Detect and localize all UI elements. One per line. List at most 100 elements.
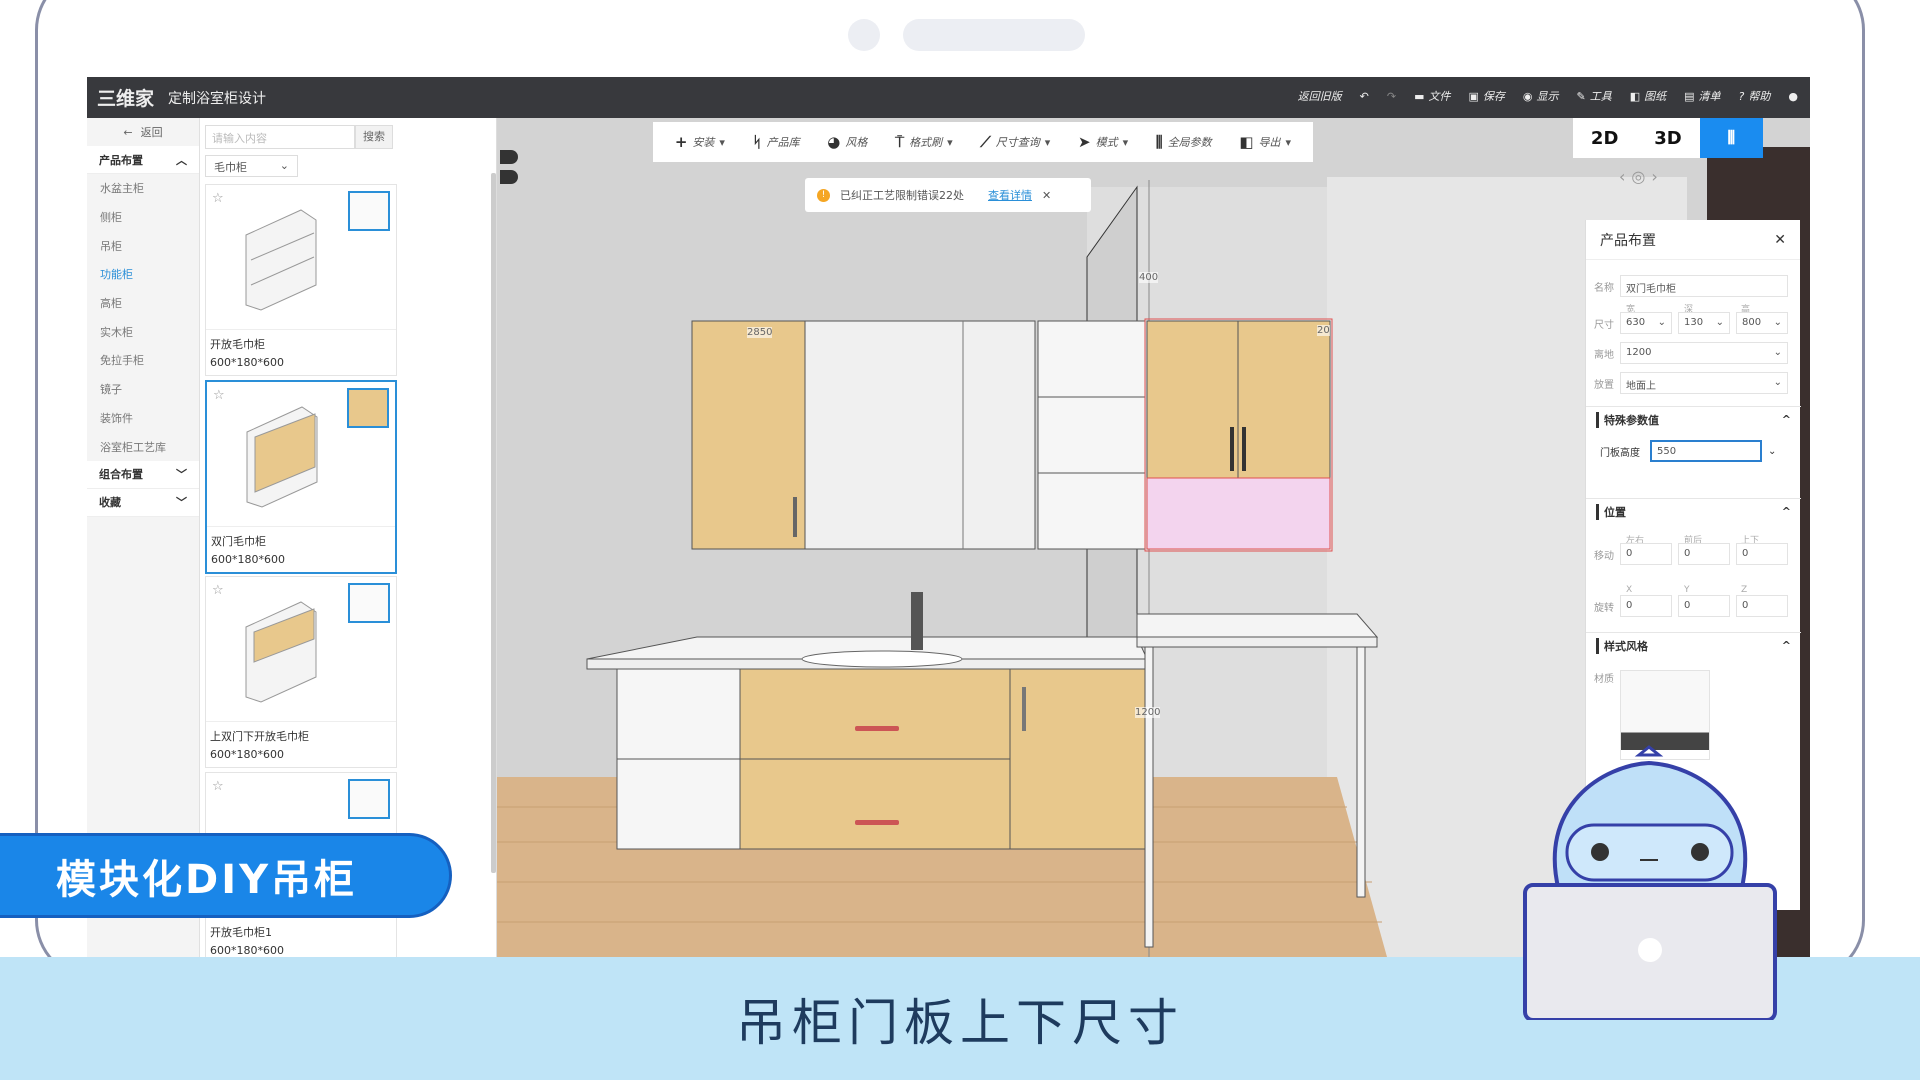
toolbar: + 安装 ▾ ᛋ 产品库 ◕ 风格 ⍑ 格式刷 ▾ ⟋ 尺寸查询 ▾ ➤ 模式 ▾ ⫼ 全局参数 ◧ 导…: [653, 122, 1313, 162]
width-select[interactable]: 630 ⌄: [1620, 312, 1672, 334]
user-icon[interactable]: ●: [1788, 90, 1798, 103]
tool-install[interactable]: + 安装 ▾: [675, 133, 725, 151]
menu-list[interactable]: ▤ 清单: [1684, 88, 1720, 104]
close-icon[interactable]: ✕: [1042, 189, 1051, 202]
sliders-icon: ⫼: [1155, 133, 1163, 151]
menu-back-old[interactable]: 返回旧版: [1298, 88, 1342, 104]
arrow-left-icon: ←: [123, 125, 133, 139]
tool-global-params[interactable]: ⫼ 全局参数: [1156, 133, 1212, 151]
section-combo-layout[interactable]: 组合布置 ﹀: [87, 460, 199, 489]
panel-title: 产品布置: [1600, 232, 1656, 249]
search-button[interactable]: 搜索: [355, 125, 393, 149]
nav-item[interactable]: 侧柜: [87, 203, 199, 232]
product-size: 600*180*600: [211, 553, 285, 566]
faucet: [911, 592, 923, 650]
map-icon: ◧: [1629, 89, 1641, 103]
height-select[interactable]: 800 ⌄: [1736, 312, 1788, 334]
camera-controls[interactable]: ‹◎›: [1619, 167, 1664, 186]
nav-item[interactable]: 水盆主柜: [87, 174, 199, 203]
thumbnail: [348, 779, 390, 819]
plus-icon: +: [674, 133, 688, 151]
menu-drawings[interactable]: ◧ 图纸: [1630, 88, 1666, 104]
product-card[interactable]: ☆ 上双门下开放毛巾柜 600*180*600: [205, 576, 397, 768]
wrench-icon: ✎: [1576, 89, 1586, 103]
section-product-layout[interactable]: 产品布置 ︿: [87, 146, 199, 174]
view-details-link[interactable]: 查看详情: [988, 187, 1032, 203]
move-fb-input[interactable]: 0: [1678, 543, 1730, 565]
tool-library[interactable]: ᛋ 产品库: [753, 133, 800, 151]
section-favorites[interactable]: 收藏 ﹀: [87, 488, 199, 517]
section-style[interactable]: 样式风格 ^: [1586, 632, 1801, 658]
menu-save[interactable]: ▣ 保存: [1469, 88, 1505, 104]
dimension-width: 2850: [747, 327, 773, 338]
tool-style[interactable]: ◕ 风格: [827, 133, 867, 151]
tool-format-brush[interactable]: ⍑ 格式刷 ▾: [895, 133, 953, 151]
feature-banner: 模块化DIY吊柜: [0, 833, 452, 918]
product-size: 600*180*600: [210, 944, 284, 957]
nav-item[interactable]: 浴室柜工艺库: [87, 432, 199, 461]
rotate-y-input[interactable]: 0: [1678, 595, 1730, 617]
back-button[interactable]: ← 返回: [87, 118, 199, 146]
elevation-select[interactable]: 1200 ⌄: [1620, 342, 1788, 364]
robot-mascot: [1523, 745, 1777, 1020]
nav-item[interactable]: 实木柜: [87, 317, 199, 346]
depth-select[interactable]: 130 ⌄: [1678, 312, 1730, 334]
product-card-selected[interactable]: ☆ 双门毛巾柜 600*180*600: [205, 380, 397, 574]
section-position[interactable]: 位置 ^: [1586, 498, 1801, 524]
product-name: 开放毛巾柜1: [210, 926, 272, 939]
selected-towel-cabinet-open: [1146, 477, 1331, 550]
nav-item[interactable]: 高柜: [87, 289, 199, 318]
search-input[interactable]: 请输入内容: [205, 125, 355, 149]
close-icon[interactable]: ✕: [1774, 232, 1786, 248]
tool-export[interactable]: ◧ 导出 ▾: [1239, 133, 1291, 151]
view-2d-button[interactable]: 2D: [1573, 118, 1636, 158]
split-view-icon[interactable]: ⫴: [1699, 118, 1763, 158]
menu-file[interactable]: ▬ 文件: [1414, 88, 1450, 104]
nav-item-active[interactable]: 功能柜: [87, 260, 199, 289]
tool-mode[interactable]: ➤ 模式 ▾: [1078, 133, 1128, 151]
notice-text: 已纠正工艺限制错误22处: [840, 189, 964, 202]
drawer-top: [739, 668, 1011, 760]
top-menu: 返回旧版 ↶ ↷ ▬ 文件 ▣ 保存 ◉ 显示 ✎ 工具 ◧ 图纸 ▤ 清单 ? 帮助 ●: [1298, 88, 1798, 104]
tool-measure[interactable]: ⟋ 尺寸查询 ▾: [980, 133, 1050, 151]
menu-tools[interactable]: ✎ 工具: [1577, 88, 1612, 104]
star-icon: ☆: [212, 191, 224, 206]
grid-toggle-icon[interactable]: [500, 170, 518, 184]
nav-item[interactable]: 装饰件: [87, 404, 199, 433]
placement-select[interactable]: 地面上 ⌄: [1620, 372, 1788, 394]
product-card[interactable]: ☆ 开放毛巾柜 600*180*600: [205, 184, 397, 376]
nav-item[interactable]: 免拉手柜: [87, 346, 199, 375]
product-name: 双门毛巾柜: [211, 535, 266, 548]
dimension-height: 1200: [1135, 707, 1161, 718]
chevron-up-icon: ︿: [176, 153, 187, 167]
star-icon: ☆: [213, 388, 225, 403]
thumbnail: [348, 191, 390, 231]
menu-display[interactable]: ◉ 显示: [1523, 88, 1559, 104]
menu-help[interactable]: ? 帮助: [1739, 88, 1771, 104]
open-shelf-cabinet: [1037, 320, 1146, 550]
thumbnail: [348, 583, 390, 623]
star-icon: ☆: [212, 779, 224, 794]
section-special-params[interactable]: 特殊参数值 ^: [1586, 406, 1801, 432]
cursor-icon: ➤: [1078, 133, 1091, 151]
undo-icon[interactable]: ↶: [1360, 90, 1369, 103]
chevron-down-icon: ﹀: [176, 496, 187, 510]
list-icon: ▤: [1684, 89, 1695, 103]
move-lr-input[interactable]: 0: [1620, 543, 1672, 565]
upper-cabinet-door-left: [691, 320, 806, 550]
view-3d-button[interactable]: 3D: [1636, 118, 1699, 158]
nav-item[interactable]: 镜子: [87, 375, 199, 404]
list-scrollbar[interactable]: [491, 173, 496, 873]
app-title: 定制浴室柜设计: [168, 90, 267, 107]
product-list: 请输入内容 搜索 毛巾柜 ⌄ ☆ 开放毛巾柜 600*180*600 ☆ 双门毛巾…: [200, 118, 497, 957]
move-ud-input[interactable]: 0: [1736, 543, 1788, 565]
door-height-input[interactable]: 550: [1650, 440, 1762, 462]
category-select[interactable]: 毛巾柜 ⌄: [205, 155, 298, 177]
redo-icon[interactable]: ↷: [1387, 90, 1396, 103]
chevron-down-icon: ﹀: [176, 468, 187, 482]
collapse-toggle-icon[interactable]: [500, 150, 518, 164]
nav-item[interactable]: 吊柜: [87, 231, 199, 260]
name-field[interactable]: 双门毛巾柜: [1620, 275, 1788, 297]
rotate-x-input[interactable]: 0: [1620, 595, 1672, 617]
rotate-z-input[interactable]: 0: [1736, 595, 1788, 617]
